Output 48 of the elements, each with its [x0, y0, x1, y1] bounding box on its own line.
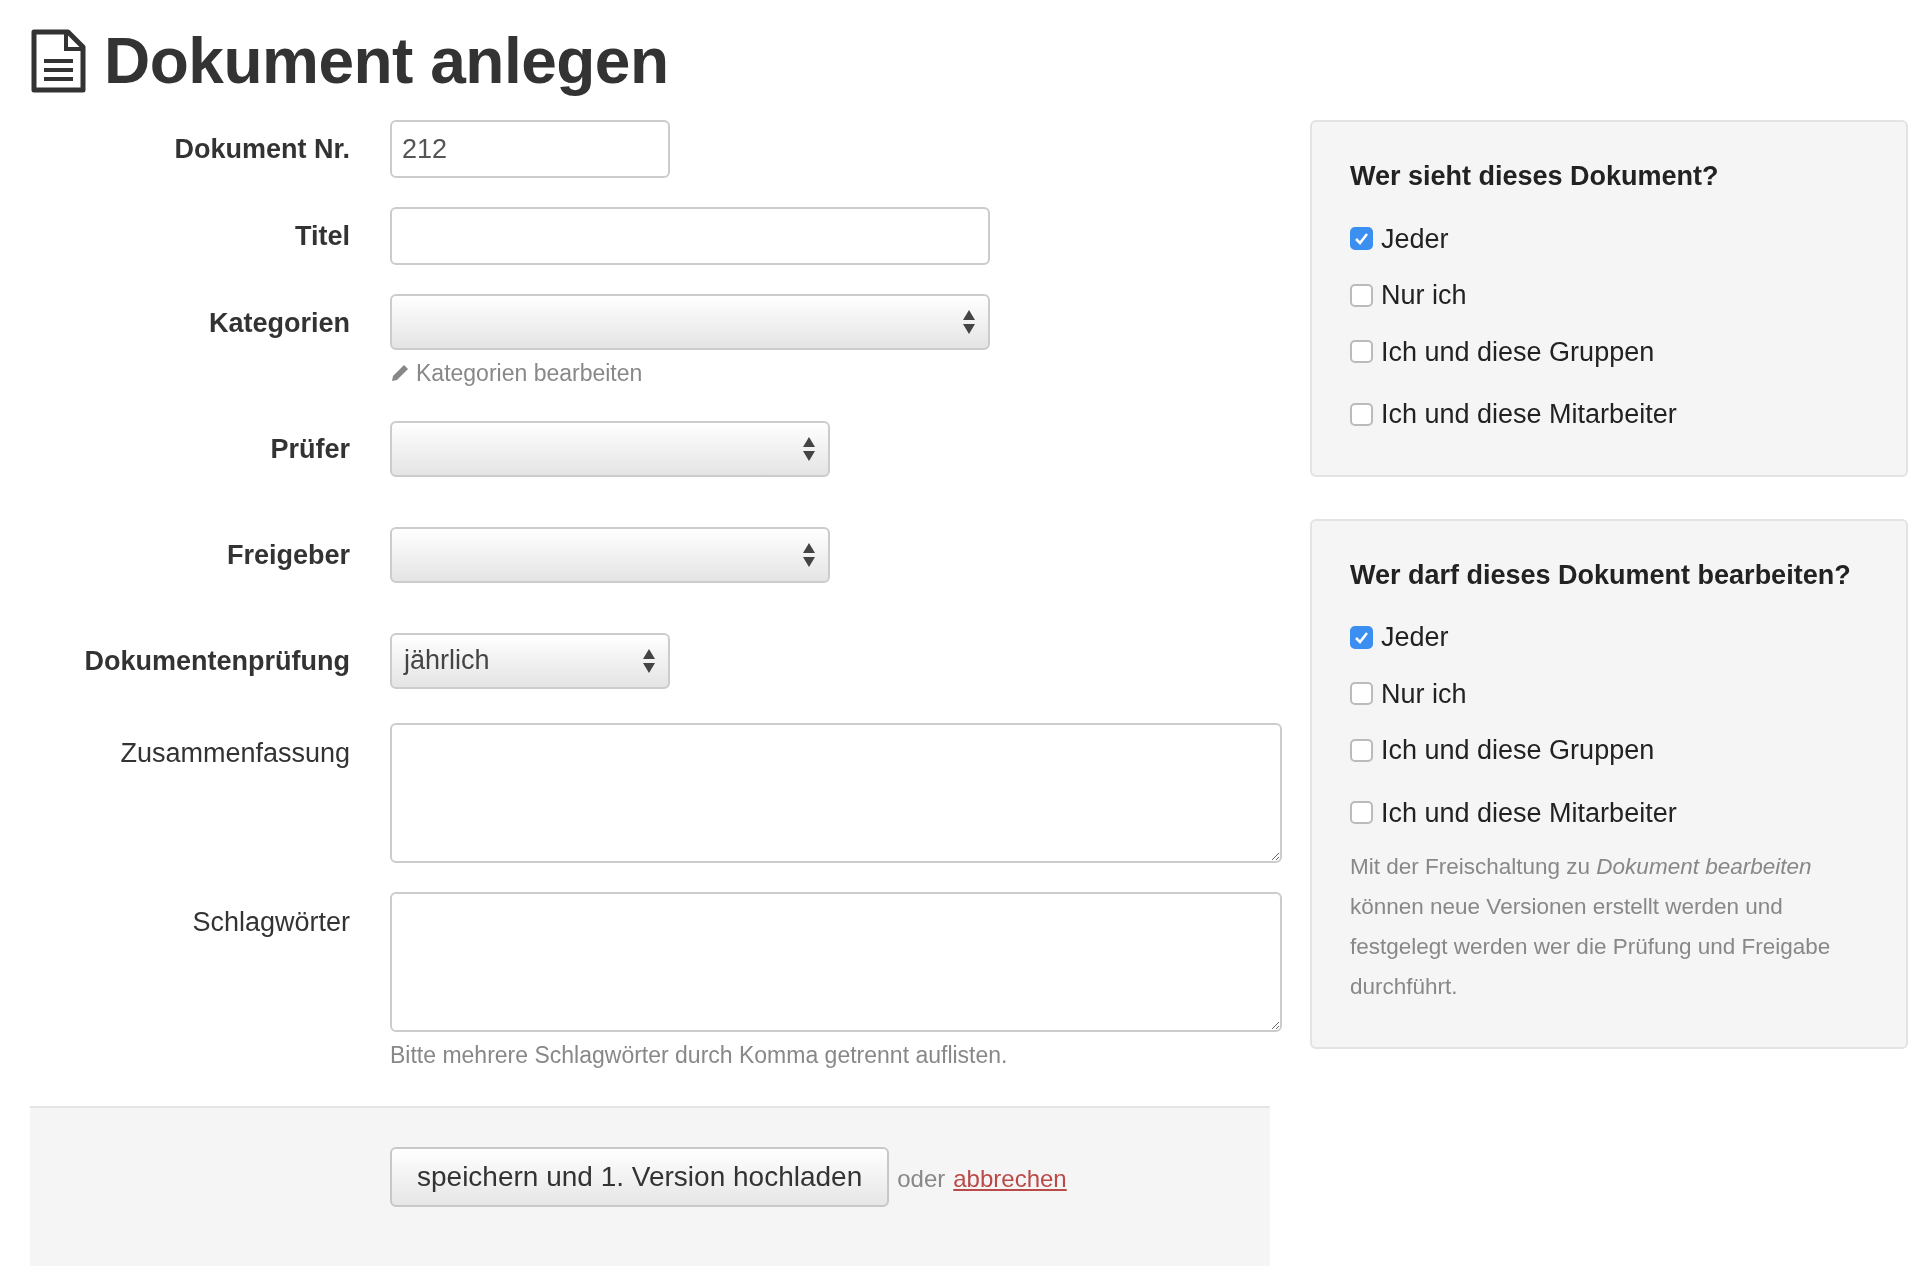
up-down-arrows-icon — [642, 647, 656, 674]
field-label: Kategorien — [208, 306, 350, 340]
text-field[interactable] — [390, 207, 990, 265]
checkbox[interactable] — [1350, 801, 1373, 825]
text-area[interactable] — [390, 891, 1282, 1032]
checkbox[interactable] — [1350, 402, 1373, 426]
checkbox[interactable] — [1350, 283, 1373, 307]
panel-heading: Wer sieht dieses Dokument? — [1350, 160, 1720, 193]
checkbox-label: Nur ich — [1381, 279, 1467, 312]
dropdown[interactable] — [390, 526, 830, 583]
checkbox-label: Ich und diese Mitarbeiter — [1381, 796, 1677, 830]
text-field[interactable]: 212 — [390, 120, 670, 178]
info-text: Mit der Freischaltung zu Dokument bearbeiten können neue Versionen erstellt werden und festgelegt werden wer die Prüfung und Freigabe durchführt. — [1350, 853, 1832, 1001]
text-area[interactable] — [390, 722, 1282, 863]
field-label: Titel — [295, 219, 350, 253]
field-label: Dokument Nr. — [174, 132, 350, 166]
checkbox-label: Nur ich — [1381, 677, 1467, 711]
checkbox-label: Ich und diese Gruppen — [1381, 335, 1655, 369]
checkbox-label: Jeder — [1381, 222, 1449, 256]
help-text: Bitte mehrere Schlagwörter durch Komma getrennt auflisten. — [390, 1040, 1009, 1070]
or-text: oder — [897, 1164, 946, 1194]
up-down-arrows-icon — [802, 541, 816, 568]
checkbox[interactable] — [1350, 340, 1373, 364]
field-label: Prüfer — [270, 433, 350, 467]
field-label: Dokumentenprüfung — [84, 645, 350, 679]
up-down-arrows-icon — [962, 309, 976, 335]
field-label: Zusammenfassung — [120, 736, 350, 770]
pencil-icon — [390, 363, 410, 384]
cancel-link[interactable]: abbrechen — [953, 1161, 1067, 1197]
checkmark-icon — [1354, 232, 1369, 246]
up-down-arrows-icon — [802, 435, 816, 462]
checkbox[interactable] — [1350, 738, 1373, 762]
edit-categories-link[interactable]: Kategorien bearbeiten — [390, 356, 990, 391]
checkbox[interactable] — [1350, 625, 1373, 649]
dropdown[interactable] — [390, 420, 830, 477]
checkmark-icon — [1354, 630, 1369, 644]
checkbox[interactable] — [1350, 227, 1373, 251]
document-icon — [30, 29, 86, 93]
checkbox-label: Ich und diese Mitarbeiter — [1381, 398, 1677, 431]
checkbox-label: Jeder — [1381, 621, 1449, 654]
checkbox[interactable] — [1350, 682, 1373, 706]
field-label: Freigeber — [226, 539, 350, 573]
dropdown[interactable] — [390, 294, 990, 350]
field-label: Schlagwörter — [192, 905, 350, 939]
dropdown[interactable]: jährlich — [390, 632, 670, 689]
checkbox-label: Ich und diese Gruppen — [1381, 734, 1655, 767]
save-button[interactable]: speichern und 1. Version hochladen — [390, 1147, 890, 1207]
panel-heading: Wer darf dieses Dokument bearbeiten? — [1350, 558, 1852, 592]
